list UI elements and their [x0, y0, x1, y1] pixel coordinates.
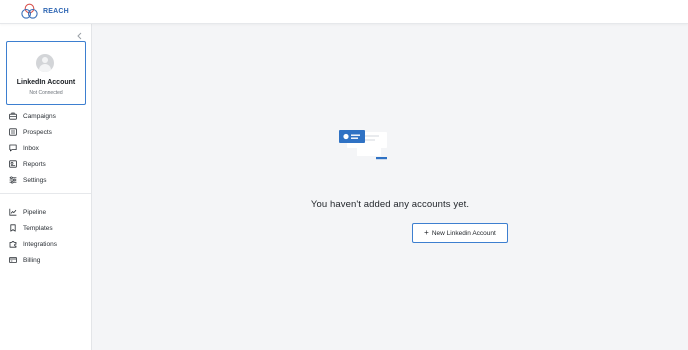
sidebar-item-inbox[interactable]: Inbox: [0, 140, 92, 156]
report-icon: [9, 160, 17, 168]
account-card-illustration: [339, 130, 387, 160]
bookmark-icon: [10, 224, 16, 232]
sidebar-item-label: Settings: [23, 176, 47, 184]
sliders-icon: [9, 176, 17, 184]
main-content: [92, 24, 688, 350]
credit-card-icon: [9, 256, 17, 263]
sidebar-item-label: Reports: [23, 160, 46, 168]
sidebar-item-label: Pipeline: [23, 208, 47, 216]
sidebar-item-label: Integrations: [23, 240, 57, 248]
account-status: Not Connected: [29, 90, 63, 96]
list-icon: [9, 128, 17, 136]
briefcase-icon: [9, 112, 17, 120]
sidebar-item-pipeline[interactable]: Pipeline: [0, 204, 92, 220]
new-linkedin-account-button[interactable]: + New Linkedin Account: [412, 223, 508, 243]
sidebar-item-label: Inbox: [23, 144, 39, 152]
reach-logo-icon: [21, 3, 38, 19]
sidebar-item-prospects[interactable]: Prospects: [0, 124, 92, 140]
sidebar-divider: [0, 193, 91, 194]
sidebar: LinkedIn Account Not Connected Campaigns…: [0, 24, 92, 350]
linkedin-account-card[interactable]: LinkedIn Account Not Connected: [6, 41, 86, 105]
empty-state-message: You haven't added any accounts yet.: [310, 199, 470, 210]
chart-line-icon: [9, 208, 17, 216]
chat-icon: [9, 144, 17, 152]
sidebar-item-label: Templates: [23, 224, 53, 232]
user-avatar-icon: [36, 54, 54, 72]
sidebar-item-label: Billing: [23, 256, 41, 264]
sidebar-item-templates[interactable]: Templates: [0, 220, 92, 236]
top-bar: REACH: [0, 0, 688, 24]
sidebar-item-label: Campaigns: [23, 112, 56, 120]
brand-name: REACH: [43, 8, 69, 15]
nav-secondary: Pipeline Templates Integrations Billing: [0, 204, 92, 268]
nav-primary: Campaigns Prospects Inbox Reports Settin…: [0, 108, 92, 188]
sidebar-item-settings[interactable]: Settings: [0, 172, 92, 188]
reach-logo[interactable]: REACH: [20, 2, 69, 21]
puzzle-icon: [9, 241, 17, 248]
sidebar-item-label: Prospects: [23, 128, 52, 136]
chevron-left-icon[interactable]: [75, 31, 85, 41]
account-title: LinkedIn Account: [16, 79, 76, 86]
sidebar-item-integrations[interactable]: Integrations: [0, 236, 92, 252]
sidebar-item-campaigns[interactable]: Campaigns: [0, 108, 92, 124]
sidebar-item-reports[interactable]: Reports: [0, 156, 92, 172]
new-linkedin-account-label: New Linkedin Account: [431, 229, 496, 237]
sidebar-item-billing[interactable]: Billing: [0, 252, 92, 268]
plus-icon: +: [424, 228, 429, 237]
